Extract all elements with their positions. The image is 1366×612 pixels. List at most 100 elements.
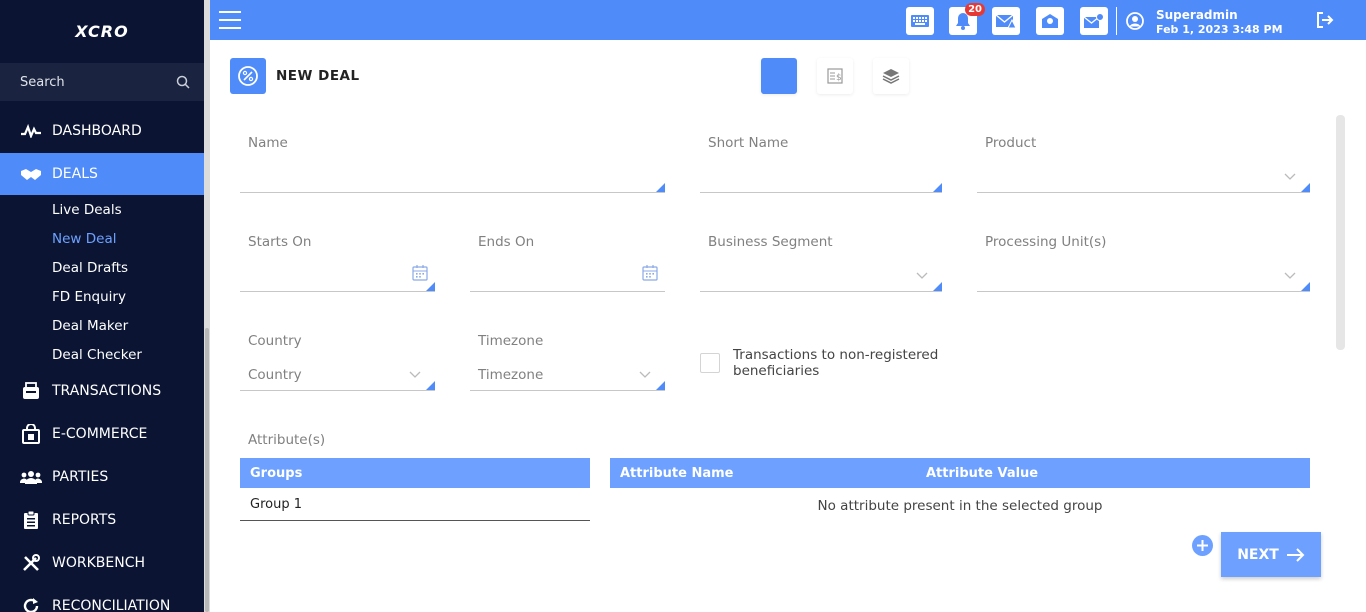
nav-dashboard[interactable]: DASHBOARD xyxy=(0,110,204,152)
chevron-down-icon xyxy=(916,272,928,279)
starts-on-field[interactable] xyxy=(240,264,435,292)
nav-label: DEALS xyxy=(52,166,98,182)
step-billing[interactable]: $ xyxy=(817,58,853,94)
name-field[interactable] xyxy=(240,167,665,193)
layers-icon xyxy=(882,69,900,84)
nav-reports[interactable]: REPORTS xyxy=(0,499,204,541)
ends-on-field[interactable] xyxy=(470,264,665,292)
processing-unit-select[interactable] xyxy=(977,266,1310,292)
nav-ecommerce[interactable]: E-COMMERCE xyxy=(0,413,204,455)
sidebar-search[interactable]: Search xyxy=(0,63,204,101)
pulse-icon xyxy=(20,120,42,142)
timezone-placeholder: Timezone xyxy=(478,367,544,383)
step-layers[interactable] xyxy=(873,58,909,94)
group-row[interactable]: Group 1 xyxy=(240,490,590,521)
non-registered-checkbox[interactable] xyxy=(700,353,720,373)
plus-icon xyxy=(1197,540,1208,551)
country-label: Country xyxy=(248,333,302,349)
people-icon xyxy=(20,466,42,488)
chevron-down-icon xyxy=(409,371,421,378)
main-scrollbar[interactable] xyxy=(1336,115,1345,350)
nav-workbench[interactable]: WORKBENCH xyxy=(0,542,204,584)
empty-attributes-message: No attribute present in the selected gro… xyxy=(817,498,1103,514)
product-label: Product xyxy=(985,135,1037,151)
timezone-select[interactable]: Timezone xyxy=(470,365,665,391)
mail-open-button[interactable] xyxy=(1036,7,1064,35)
chevron-down-icon xyxy=(1284,173,1296,180)
attributes-table-header: Attribute Name Attribute Value xyxy=(610,458,1310,488)
nav-deals[interactable]: DEALS xyxy=(0,153,204,195)
mail-alert-button[interactable] xyxy=(992,7,1020,35)
nav-parties[interactable]: PARTIES xyxy=(0,456,204,498)
chevron-down-icon xyxy=(639,371,651,378)
nav-transactions[interactable]: TRANSACTIONS xyxy=(0,370,204,412)
short-name-field[interactable] xyxy=(700,167,942,193)
attribute-name-header: Attribute Name xyxy=(620,466,734,481)
chevron-down-icon xyxy=(1284,272,1296,279)
country-select[interactable]: Country xyxy=(240,365,435,391)
non-registered-label: Transactions to non-registered beneficia… xyxy=(733,347,939,379)
notification-badge: 20 xyxy=(965,3,985,16)
menu-icon[interactable] xyxy=(219,11,241,29)
sub-deal-checker[interactable]: Deal Checker xyxy=(52,347,142,363)
nav-label: WORKBENCH xyxy=(52,555,145,571)
step-deal-info[interactable] xyxy=(761,58,797,94)
mail-alert-icon xyxy=(996,14,1016,28)
keyboard-icon xyxy=(911,15,929,27)
sidebar-scrollbar[interactable] xyxy=(204,0,210,612)
business-segment-label: Business Segment xyxy=(708,234,833,250)
product-select[interactable] xyxy=(977,167,1310,193)
short-name-label: Short Name xyxy=(708,135,789,151)
country-placeholder: Country xyxy=(248,367,302,383)
sidebar: XCRO Search DASHBOARD DEALS Live Deals N… xyxy=(0,0,204,612)
business-segment-select[interactable] xyxy=(700,266,942,292)
scroll-thumb[interactable] xyxy=(205,328,209,612)
sub-live-deals[interactable]: Live Deals xyxy=(52,202,122,218)
nav-label: TRANSACTIONS xyxy=(52,383,162,399)
sub-deal-maker[interactable]: Deal Maker xyxy=(52,318,128,334)
next-label: NEXT xyxy=(1237,546,1279,563)
add-button[interactable] xyxy=(1192,535,1213,556)
groups-header: Groups xyxy=(250,466,303,481)
divider xyxy=(1116,7,1117,35)
refresh-icon xyxy=(20,595,42,612)
nav-label: DASHBOARD xyxy=(52,123,142,139)
timezone-label: Timezone xyxy=(478,333,544,349)
receipt-icon: $ xyxy=(827,68,843,84)
mail-user-button[interactable] xyxy=(1080,7,1108,35)
top-bar: 20 Superadmin Feb 1, 2023 3:48 PM xyxy=(210,0,1366,40)
clipboard-icon xyxy=(20,509,42,531)
nav-label: E-COMMERCE xyxy=(52,426,148,442)
shopping-bag-icon xyxy=(20,423,42,445)
attribute-value-header: Attribute Value xyxy=(926,466,1039,481)
sub-deal-drafts[interactable]: Deal Drafts xyxy=(52,260,128,276)
nav-label: PARTIES xyxy=(52,469,109,485)
tools-icon xyxy=(20,552,42,574)
logout-icon[interactable] xyxy=(1316,11,1334,29)
nav-reconciliation[interactable]: RECONCILIATION xyxy=(0,585,204,612)
user-icon[interactable] xyxy=(1126,12,1144,30)
sub-fd-enquiry[interactable]: FD Enquiry xyxy=(52,289,126,305)
groups-table-header: Groups xyxy=(240,458,590,488)
sub-new-deal[interactable]: New Deal xyxy=(52,231,116,247)
keyboard-button[interactable] xyxy=(906,7,934,35)
starts-on-label: Starts On xyxy=(248,234,312,250)
user-datetime: Feb 1, 2023 3:48 PM xyxy=(1156,23,1283,36)
logo: XCRO xyxy=(75,22,129,41)
mail-open-icon xyxy=(1042,14,1058,28)
svg-text:$: $ xyxy=(836,73,842,83)
ends-on-label: Ends On xyxy=(478,234,535,250)
user-name: Superadmin xyxy=(1156,8,1238,22)
nav-label: REPORTS xyxy=(52,512,117,528)
transactions-icon xyxy=(20,380,42,402)
deal-icon xyxy=(230,58,266,94)
attributes-label: Attribute(s) xyxy=(248,432,326,448)
next-button[interactable]: NEXT xyxy=(1221,532,1321,577)
calendar-icon[interactable] xyxy=(411,264,429,282)
processing-unit-label: Processing Unit(s) xyxy=(985,234,1107,250)
notifications-button[interactable]: 20 xyxy=(949,3,985,35)
calendar-icon[interactable] xyxy=(641,264,659,282)
nav-label: RECONCILIATION xyxy=(52,598,171,612)
handshake-icon xyxy=(20,163,42,185)
search-icon[interactable] xyxy=(176,75,190,89)
